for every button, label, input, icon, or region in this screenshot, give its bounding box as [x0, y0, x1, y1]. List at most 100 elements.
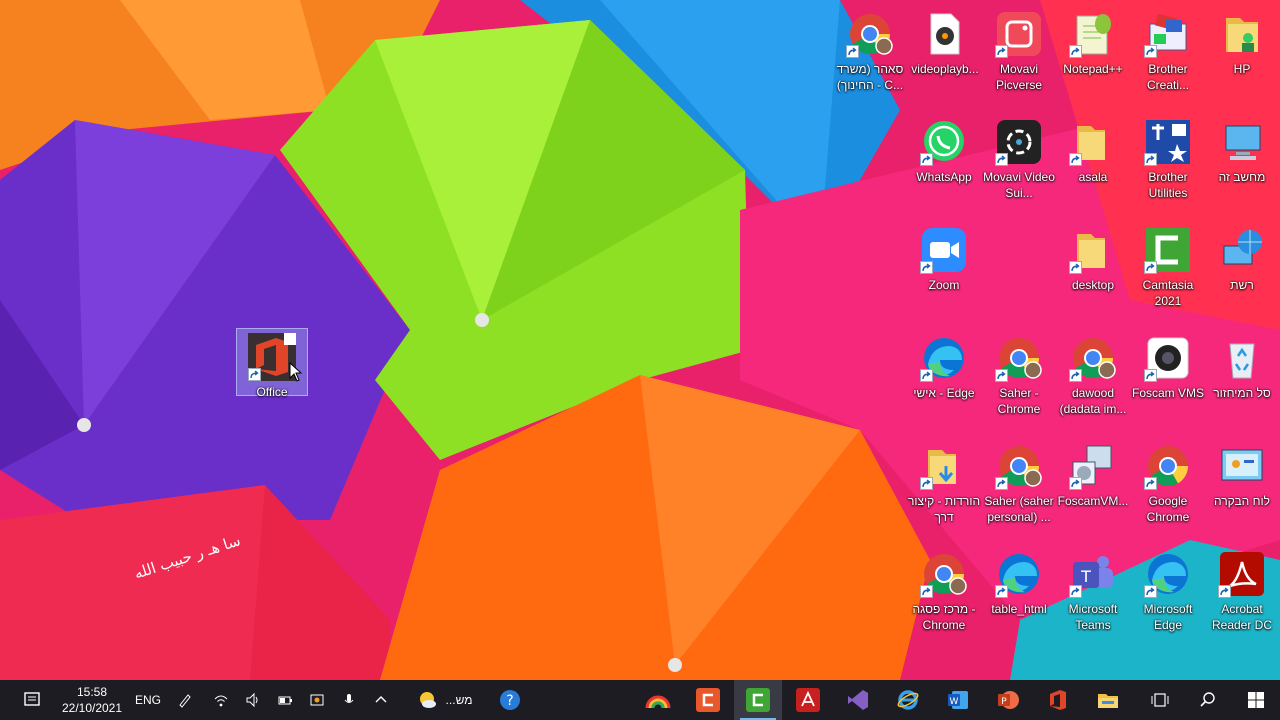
- installer-icon: [1069, 442, 1117, 490]
- desktop-icon-notepadpp[interactable]: Notepad++: [1053, 6, 1133, 112]
- clock[interactable]: 15:58 22/10/2021: [54, 680, 130, 720]
- movavi-picverse-icon: [995, 10, 1043, 58]
- teams-icon: T: [1069, 550, 1117, 598]
- camtasia-recorder-icon: [696, 688, 720, 712]
- language-indicator[interactable]: ENG: [130, 680, 166, 720]
- language-label: ENG: [134, 693, 161, 707]
- user-folder-icon: [1218, 10, 1266, 58]
- pen-button[interactable]: [170, 680, 200, 720]
- microphone-button[interactable]: [334, 680, 364, 720]
- desktop-icon-table-html[interactable]: table_html: [979, 546, 1059, 652]
- desktop-icon-markaz-chrome[interactable]: מרכז פסגה - Chrome: [904, 546, 984, 652]
- svg-text:P: P: [1001, 697, 1007, 707]
- desktop-icon-dawood-chrome[interactable]: dawood (dadata im...: [1053, 330, 1133, 436]
- taskbar-camtasia-recorder[interactable]: [684, 680, 732, 720]
- task-view-button[interactable]: [1138, 680, 1182, 720]
- desktop-icon-network[interactable]: רשת: [1202, 222, 1280, 328]
- notification-center-button[interactable]: [14, 680, 50, 720]
- show-hidden-icons-button[interactable]: [366, 680, 396, 720]
- desktop-icon-label: Brother Utilities: [1148, 170, 1188, 200]
- desktop-icon-label: Notepad++: [1063, 62, 1123, 76]
- edge-icon: [1144, 550, 1192, 598]
- shortcut-arrow-icon: [1069, 585, 1082, 598]
- acrobat-icon: [1218, 550, 1266, 598]
- desktop-icon-label: asala: [1078, 170, 1108, 184]
- taskbar-word[interactable]: W: [934, 680, 982, 720]
- taskbar-file-explorer[interactable]: [1084, 680, 1132, 720]
- chrome-profile-icon: [920, 550, 968, 598]
- desktop-icon-movavi-picverse[interactable]: Movavi Picverse: [979, 6, 1059, 112]
- battery-button[interactable]: [270, 680, 300, 720]
- desktop-icon-label: Saher (saher personal) ...: [984, 494, 1054, 524]
- start-button[interactable]: [1234, 680, 1278, 720]
- desktop-icon-foscamvm[interactable]: FoscamVM...: [1053, 438, 1133, 544]
- desktop-icon-label: FoscamVM...: [1057, 494, 1129, 508]
- desktop-icon-label: אישי - Edge: [913, 386, 975, 400]
- desktop-icon-whatsapp[interactable]: WhatsApp: [904, 114, 984, 220]
- taskbar-office[interactable]: [1034, 680, 1082, 720]
- desktop-icon-downloads-shortcut[interactable]: הורדות - קיצור דרך: [904, 438, 984, 544]
- desktop-icon-videoplayback[interactable]: videoplayb...: [905, 6, 985, 112]
- notification-icon: [24, 692, 40, 706]
- desktop-icon-label: Saher - Chrome: [997, 386, 1041, 416]
- recycle-bin-icon: [1218, 334, 1266, 382]
- desktop-icon-hp[interactable]: HP: [1202, 6, 1280, 112]
- desktop-icon-edge-personal[interactable]: אישי - Edge: [904, 330, 984, 436]
- shortcut-arrow-icon: [1144, 153, 1157, 166]
- desktop-icon-ms-edge[interactable]: Microsoft Edge: [1128, 546, 1208, 652]
- desktop-icon-brother-utilities[interactable]: Brother Utilities: [1128, 114, 1208, 220]
- desktop-icon-this-pc[interactable]: מחשב זה: [1202, 114, 1280, 220]
- desktop-icon-zoom[interactable]: Zoom: [904, 222, 984, 328]
- wifi-button[interactable]: [206, 680, 236, 720]
- desktop-icon-control-panel[interactable]: לוח הבקרה: [1202, 438, 1280, 544]
- pen-icon: [179, 694, 191, 708]
- desktop-icon-label: WhatsApp: [916, 170, 972, 184]
- shortcut-arrow-icon: [995, 585, 1008, 598]
- taskbar-visual-studio[interactable]: [834, 680, 882, 720]
- desktop-icon-desktop-folder[interactable]: desktop: [1053, 222, 1133, 328]
- desktop-icon-camtasia[interactable]: Camtasia 2021: [1128, 222, 1208, 328]
- taskbar-acrobat[interactable]: [784, 680, 832, 720]
- powerpoint-icon: P: [998, 691, 1019, 709]
- desktop-icon-brother-creative[interactable]: Brother Creati...: [1128, 6, 1208, 112]
- volume-button[interactable]: [238, 680, 268, 720]
- taskbar-powerpoint[interactable]: P: [984, 680, 1032, 720]
- chrome-profile-icon: [846, 10, 894, 58]
- shortcut-arrow-icon: [1069, 261, 1082, 274]
- desktop-icon-label: Microsoft Teams: [1068, 602, 1118, 632]
- taskbar-internet-explorer[interactable]: [884, 680, 932, 720]
- desktop-icon-asala[interactable]: asala: [1053, 114, 1133, 220]
- volume-icon: [246, 692, 258, 708]
- desktop-icon-movavi-video-suite[interactable]: Movavi Video Sui...: [979, 114, 1059, 220]
- whatsapp-icon: [920, 118, 968, 166]
- desktop-icon-saher-personal-chrome[interactable]: Saher (saher personal) ...: [979, 438, 1059, 544]
- desktop-icon-acrobat[interactable]: Acrobat Reader DC: [1202, 546, 1280, 652]
- security-button[interactable]: [302, 680, 332, 720]
- file-explorer-icon: [1098, 694, 1118, 708]
- desktop-icon-recycle-bin[interactable]: סל המיחזור: [1202, 330, 1280, 436]
- taskbar-camtasia[interactable]: [734, 680, 782, 720]
- desktop-icon-label: לוח הבקרה: [1214, 494, 1270, 508]
- chrome-profile-icon: [1069, 334, 1117, 382]
- shortcut-arrow-icon: [920, 261, 933, 274]
- windows-start-icon: [1248, 692, 1264, 708]
- shortcut-arrow-icon: [995, 45, 1008, 58]
- desktop-icon-google-chrome[interactable]: Google Chrome: [1128, 438, 1208, 544]
- weather-icon: [419, 692, 436, 708]
- shortcut-arrow-icon: [1069, 369, 1082, 382]
- word-icon: W: [948, 691, 968, 709]
- desktop-icon-teams[interactable]: T Microsoft Teams: [1053, 546, 1133, 652]
- shortcut-arrow-icon: [1144, 45, 1157, 58]
- weather-widget[interactable]: ...מש: [404, 680, 484, 720]
- taskbar-rainbow-app[interactable]: [634, 680, 682, 720]
- zoom-icon: [920, 226, 968, 274]
- desktop-icon-saher-chrome[interactable]: Saher - Chrome: [979, 330, 1059, 436]
- search-button[interactable]: [1186, 680, 1230, 720]
- desktop-icon-foscam-vms[interactable]: Foscam VMS: [1128, 330, 1208, 436]
- help-button[interactable]: ?: [494, 680, 526, 720]
- desktop-icon-label: מרכז פסגה - Chrome: [912, 602, 976, 632]
- microphone-icon: [344, 694, 354, 703]
- shortcut-arrow-icon: [995, 477, 1008, 490]
- desktop-icon-label: Movavi Picverse: [995, 62, 1042, 92]
- desktop-icon-chrome-saher-hachinuch[interactable]: סאהר (משרד החינוך) - C...: [830, 6, 910, 112]
